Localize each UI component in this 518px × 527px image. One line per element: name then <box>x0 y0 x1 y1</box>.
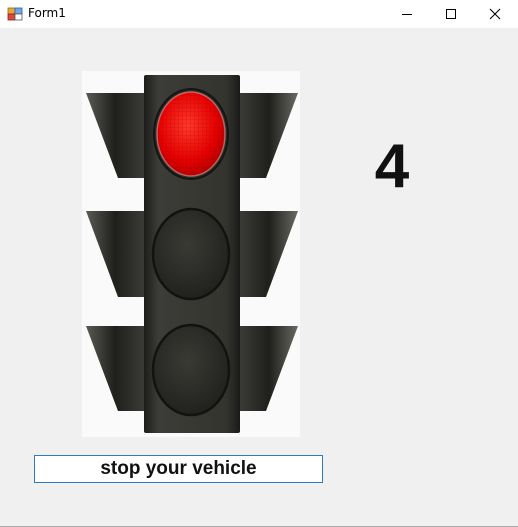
left-visors <box>86 93 144 411</box>
right-visors <box>240 93 298 411</box>
green-lamp <box>151 323 231 417</box>
form-window: Form1 4 stop your vehicle <box>0 0 518 527</box>
red-lamp <box>153 88 229 180</box>
countdown-label: 4 <box>374 132 410 201</box>
traffic-light-picture <box>82 71 300 437</box>
maximize-button[interactable] <box>428 0 474 28</box>
window-title: Form1 <box>28 6 66 20</box>
app-icon <box>7 6 23 22</box>
title-bar[interactable]: Form1 <box>0 0 518 28</box>
close-button[interactable] <box>472 0 518 28</box>
close-icon <box>489 8 501 20</box>
yellow-lamp <box>151 207 231 301</box>
maximize-icon <box>446 9 456 19</box>
minimize-button[interactable] <box>384 0 430 28</box>
minimize-icon <box>402 14 412 15</box>
message-textbox[interactable]: stop your vehicle <box>34 455 323 483</box>
traffic-light-image <box>86 75 298 433</box>
